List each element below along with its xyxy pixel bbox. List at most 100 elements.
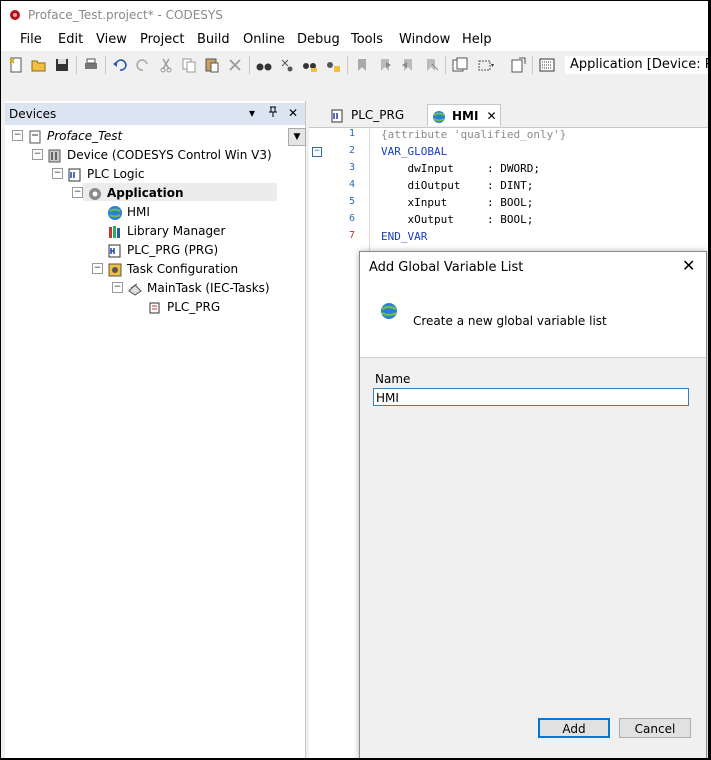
toolbar-spacer (1, 79, 708, 101)
collapse-icon[interactable]: − (112, 282, 123, 293)
collapse-icon[interactable]: − (52, 168, 63, 179)
name-input[interactable]: HMI (373, 388, 689, 406)
add-device-icon[interactable] (477, 56, 495, 74)
collapse-icon[interactable]: − (72, 187, 83, 198)
collapse-icon[interactable]: − (12, 130, 23, 141)
globe-icon (381, 303, 397, 319)
pin-icon[interactable] (268, 106, 278, 121)
tab-hmi[interactable]: HMI ✕ (427, 104, 501, 126)
tab-close-icon[interactable]: ✕ (486, 109, 496, 123)
tab-plc-prg[interactable]: PLC_PRG (331, 104, 423, 126)
code-gutter (369, 128, 370, 258)
devices-panel: Devices ▾ ✕ ▼ − Proface_Test − Device (C… (5, 101, 306, 758)
delete-icon[interactable] (226, 56, 244, 74)
menu-bar: File Edit View Project Build Online Debu… (1, 29, 708, 51)
menu-project[interactable]: Project (140, 32, 184, 47)
open-project-icon[interactable] (30, 56, 48, 74)
collapse-icon[interactable]: − (92, 263, 103, 274)
tree-item-plc-prg[interactable]: PLC_PRG (PRG) (107, 241, 218, 259)
code-line: xOutput : BOOL; (381, 213, 534, 226)
tree-dropdown-button[interactable]: ▼ (288, 128, 306, 146)
project-icon (27, 129, 43, 145)
code-line: diOutput : DINT; (381, 179, 534, 192)
tree-item-plc-logic[interactable]: PLC Logic (67, 165, 144, 183)
tree-item-task-configuration[interactable]: Task Configuration (107, 260, 238, 278)
toolbar-separator (76, 56, 77, 74)
panel-close-icon[interactable]: ✕ (288, 106, 298, 120)
dialog-description: Create a new global variable list (413, 314, 607, 328)
clear-bookmarks-icon[interactable] (422, 56, 440, 74)
line-number: 4 (348, 179, 355, 190)
bookmark-icon[interactable] (353, 56, 371, 74)
tree-item-main-task[interactable]: MainTask (IEC-Tasks) (127, 279, 270, 297)
prev-bookmark-icon[interactable] (399, 56, 417, 74)
program-call-icon (147, 300, 163, 316)
editor-tabs: PLC_PRG HMI ✕ (309, 101, 708, 128)
tree-item-application[interactable]: Application (87, 184, 184, 202)
build-icon[interactable] (538, 56, 556, 74)
program-icon (331, 109, 345, 123)
menu-window[interactable]: Window (399, 32, 450, 47)
find-in-project-icon[interactable] (324, 56, 342, 74)
toolbar-separator (249, 56, 250, 74)
code-line: xInput : BOOL; (381, 196, 534, 209)
menu-view[interactable]: View (96, 32, 127, 47)
line-number: 1 (348, 128, 355, 139)
library-books-icon (107, 224, 123, 240)
line-number: 5 (348, 196, 355, 207)
replace-icon[interactable] (301, 56, 319, 74)
new-project-icon[interactable] (7, 56, 25, 74)
line-number: 7 (348, 230, 355, 241)
menu-build[interactable]: Build (197, 32, 230, 47)
tree-item-project-root[interactable]: Proface_Test (27, 127, 122, 145)
menu-tools[interactable]: Tools (351, 32, 383, 47)
codesys-window: Proface_Test.project* - CODESYS File Edi… (1, 1, 708, 758)
devices-panel-header: Devices ▾ ✕ (5, 103, 305, 125)
print-icon[interactable] (82, 56, 100, 74)
plc-logic-icon (67, 167, 83, 183)
panel-menu-icon[interactable]: ▾ (249, 106, 255, 120)
active-application-selector[interactable]: Application [Device: PLC (565, 56, 708, 74)
code-line: END_VAR (381, 230, 428, 243)
menu-edit[interactable]: Edit (58, 32, 83, 47)
fold-collapse-icon[interactable]: − (312, 147, 322, 157)
add-object-icon[interactable] (509, 56, 527, 74)
insert-object-icon[interactable] (451, 56, 469, 74)
toolbar-separator (105, 56, 106, 74)
code-line: VAR_GLOBAL (381, 145, 448, 158)
add-button[interactable]: Add (538, 718, 610, 738)
tree-item-main-task-plc-prg[interactable]: PLC_PRG (147, 298, 220, 316)
tree-item-library-manager[interactable]: Library Manager (107, 222, 225, 240)
menu-debug[interactable]: Debug (297, 32, 340, 47)
tree-item-hmi[interactable]: HMI (107, 203, 150, 221)
program-icon (107, 243, 123, 259)
find-icon[interactable] (255, 56, 273, 74)
save-icon[interactable] (53, 56, 71, 74)
application-gear-icon (87, 186, 103, 202)
next-bookmark-icon[interactable] (376, 56, 394, 74)
redo-icon[interactable] (134, 56, 152, 74)
tree-item-device[interactable]: Device (CODESYS Control Win V3) (47, 146, 272, 164)
dialog-header: Add Global Variable List ✕ Create a new … (360, 252, 706, 358)
name-label: Name (375, 372, 411, 386)
toolbar: Application [Device: PLC (1, 51, 708, 79)
toolbar-separator (532, 56, 533, 74)
cancel-button[interactable]: Cancel (619, 718, 691, 738)
paste-icon[interactable] (203, 56, 221, 74)
copy-icon[interactable] (180, 56, 198, 74)
line-number: 6 (348, 213, 355, 224)
globe-icon (432, 110, 446, 124)
globe-icon (107, 205, 123, 221)
code-line: dwInput : DWORD; (381, 162, 540, 175)
find-next-icon[interactable] (278, 56, 296, 74)
dialog-close-icon[interactable]: ✕ (682, 258, 695, 274)
menu-help[interactable]: Help (462, 32, 492, 47)
toolbar-separator (445, 56, 446, 74)
dialog-title: Add Global Variable List (369, 260, 524, 275)
cut-icon[interactable] (157, 56, 175, 74)
menu-online[interactable]: Online (243, 32, 285, 47)
undo-icon[interactable] (111, 56, 129, 74)
window-title: Proface_Test.project* - CODESYS (28, 8, 223, 22)
collapse-icon[interactable]: − (32, 149, 43, 160)
menu-file[interactable]: File (20, 32, 42, 47)
